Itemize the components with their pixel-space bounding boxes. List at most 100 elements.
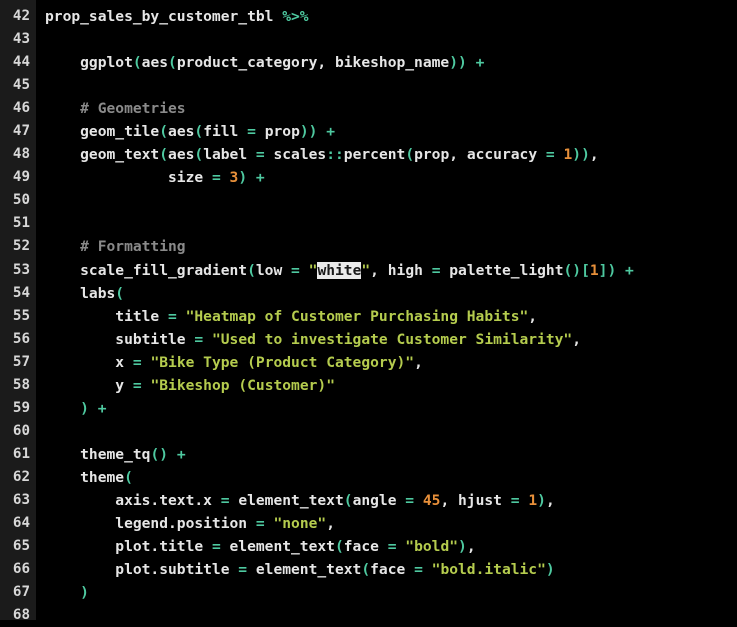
code-token: label (203, 146, 256, 164)
code-token: 45 (422, 491, 441, 509)
code-token: )) (299, 123, 318, 141)
line-number: 57 (12, 353, 30, 370)
code-token: " (361, 261, 371, 279)
code-token: = (387, 538, 397, 556)
code-line[interactable]: title = "Heatmap of Customer Purchasing … (45, 305, 737, 328)
code-token: element_text (220, 538, 335, 556)
line-number: 52 (12, 238, 30, 255)
line-number-gutter: 42 43 44 45 46 47 48 49 50 51 52 53 54 55 56 57 58 59 60 61… (0, 0, 36, 623)
line-number: 63 (12, 491, 30, 508)
code-token: theme (45, 468, 125, 486)
code-token: scale_fill_gradient (45, 261, 248, 279)
code-token: fill (203, 123, 248, 141)
code-token: # Formatting (45, 238, 186, 256)
line-number: 43 (12, 31, 30, 48)
code-line[interactable]: geom_text(aes(label = scales::percent(pr… (45, 143, 737, 166)
code-line[interactable]: size = 3) + (45, 166, 737, 189)
code-token: ( (247, 261, 256, 279)
code-line[interactable] (45, 189, 737, 212)
line-number: 47 (12, 123, 30, 140)
code-token: ( (132, 54, 142, 72)
code-token: , hjust (440, 491, 511, 509)
code-token: + (326, 123, 336, 141)
code-token: ( (194, 146, 204, 164)
code-token: axis.text.x (45, 491, 221, 509)
code-token: geom_tile (45, 123, 160, 141)
code-line[interactable]: ggplot(aes(product_category, bikeshop_na… (45, 51, 737, 74)
line-number: 68 (12, 607, 30, 624)
code-line[interactable]: ) (45, 581, 737, 604)
code-line[interactable]: y = "Bikeshop (Customer)" (45, 374, 737, 397)
code-line[interactable]: labs( (45, 282, 737, 305)
line-number: 53 (12, 261, 30, 278)
code-token: 1 (563, 146, 573, 164)
code-line[interactable] (45, 420, 737, 443)
code-line[interactable]: plot.subtitle = element_text(face = "bol… (45, 558, 737, 581)
line-number: 48 (12, 146, 30, 163)
code-token: , high (370, 261, 432, 279)
code-token: face (343, 538, 388, 556)
code-line[interactable]: ) + (45, 397, 737, 420)
code-token: # Geometries (45, 100, 186, 118)
code-token: = (132, 353, 142, 371)
code-token: x (45, 353, 133, 371)
code-token: subtitle (45, 330, 195, 348)
code-line[interactable]: theme( (45, 466, 737, 489)
code-line[interactable] (45, 28, 737, 51)
code-line[interactable] (45, 74, 737, 97)
code-line[interactable]: plot.title = element_text(face = "bold")… (45, 535, 737, 558)
code-line[interactable] (45, 604, 737, 620)
line-number: 65 (12, 538, 30, 555)
code-token: = (405, 491, 415, 509)
code-line[interactable]: geom_tile(aes(fill = prop)) + (45, 120, 737, 143)
code-token: face (370, 561, 415, 579)
code-token: , (545, 491, 555, 509)
code-token: = (510, 491, 520, 509)
code-token: low (255, 261, 292, 279)
code-token: y (45, 376, 133, 394)
code-line[interactable]: # Formatting (45, 235, 737, 258)
code-line[interactable]: # Geometries (45, 97, 737, 120)
code-token: ( (124, 468, 133, 486)
code-line[interactable]: x = "Bike Type (Product Category)", (45, 351, 737, 374)
code-token: size (45, 169, 212, 187)
code-token: , (414, 353, 423, 371)
code-token: plot.title (45, 538, 212, 556)
code-token: () (563, 261, 582, 279)
code-token: "Bike Type (Product Category)" (150, 353, 415, 371)
code-token: = (291, 261, 300, 279)
line-number: 55 (12, 307, 30, 324)
code-line[interactable]: subtitle = "Used to investigate Customer… (45, 328, 737, 351)
code-token: ) (537, 491, 546, 509)
line-number: 50 (12, 192, 30, 209)
code-token: ( (159, 123, 169, 141)
code-line[interactable]: prop_sales_by_customer_tbl %>% (45, 5, 737, 28)
code-token: ( (159, 146, 169, 164)
code-line[interactable]: legend.position = "none", (45, 512, 737, 535)
line-number: 46 (12, 100, 30, 117)
code-line[interactable]: axis.text.x = element_text(angle = 45, h… (45, 489, 737, 512)
line-number: 54 (12, 284, 30, 301)
line-number: 67 (12, 584, 30, 601)
code-token: plot.subtitle (45, 561, 239, 579)
code-token: () (150, 445, 169, 463)
code-area[interactable]: prop_sales_by_customer_tbl %>% ggplot(ae… (36, 0, 737, 620)
code-token: + (475, 54, 485, 72)
line-number: 58 (12, 376, 30, 393)
code-token: + (176, 445, 186, 463)
code-token: "bold" (405, 538, 459, 556)
code-editor[interactable]: 42 43 44 45 46 47 48 49 50 51 52 53 54 55 56 57 58 59 60 61… (0, 0, 737, 623)
code-token: , (466, 538, 476, 556)
code-token: prop, accuracy (414, 146, 546, 164)
code-line[interactable] (45, 212, 737, 235)
code-token: "bold.italic" (431, 561, 546, 579)
code-line[interactable]: scale_fill_gradient(low = "white", high … (45, 259, 737, 282)
code-line[interactable]: theme_tq() + (45, 443, 737, 466)
